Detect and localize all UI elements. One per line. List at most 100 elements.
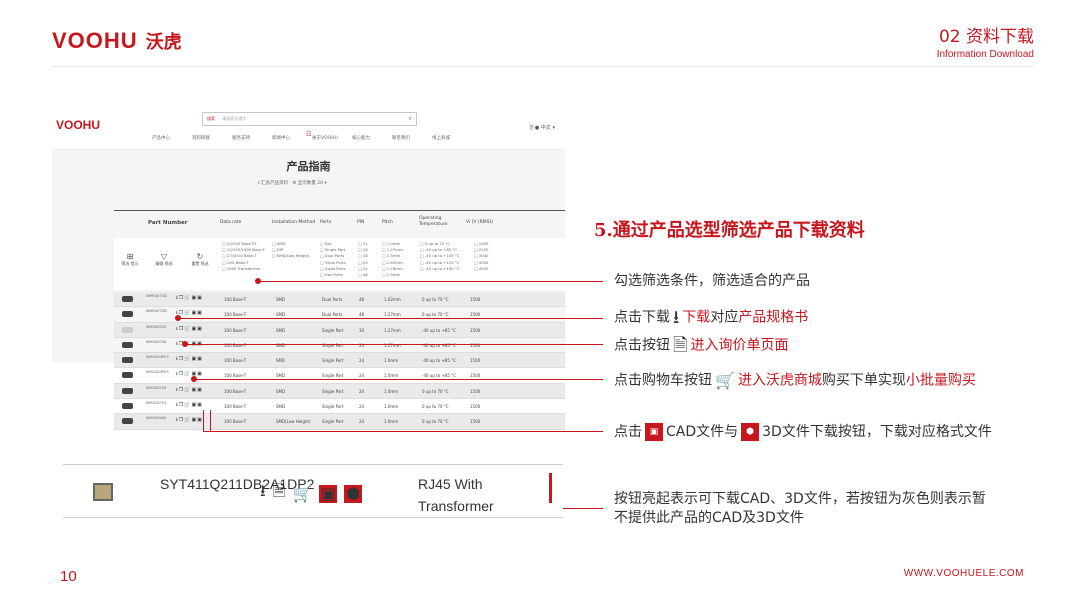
col-ports: Ports (320, 220, 332, 225)
row-action-icons[interactable]: ⭳❒🛒▣▣ (176, 402, 203, 410)
product-thumbnail (122, 311, 133, 318)
document-icon[interactable]: 🗎 (273, 480, 286, 507)
row-action-icons: ⭳ 🗎 🛒 ▣ ⬢ (260, 480, 363, 507)
product-thumbnail (122, 403, 133, 410)
col-pitch: Pitch (382, 220, 393, 225)
connector-line (178, 318, 603, 319)
section-title: 02 资料下载 (938, 27, 1034, 47)
display-count-select[interactable]: 显示数量 20 (298, 181, 323, 186)
connector-line (203, 410, 204, 432)
scrollbar[interactable] (549, 473, 552, 503)
cad-file-icon[interactable]: ▣ (319, 484, 338, 503)
filter-ports[interactable]: □ N/A □ Single Port □ Dual Ports □ Triple P… (320, 241, 346, 278)
download-controls: ⭳ 汇总产品资料 ⚙ 显示数量 20 ▾ (258, 181, 327, 186)
download-icon[interactable]: ⭳ (258, 181, 260, 186)
logo-text-en: VOOHU (52, 28, 138, 53)
table-top-rule (114, 210, 565, 211)
note-inquiry: 点击按钮 🗎 进入询价单页面 (614, 335, 789, 356)
lang-label: 中文 (540, 125, 551, 131)
nav-item[interactable]: 新闻中心 (272, 135, 312, 141)
section-header: 02 资料下载 Information Download (937, 22, 1034, 60)
row-action-icons[interactable]: ⭳❒🛒▣▣ (176, 387, 203, 395)
table-row[interactable]: WHB4070D ⭳❒🛒▣▣ 100 Base-T SMD Dual Ports 48 1.… (114, 307, 565, 323)
nav-item[interactable]: 产品中心 (152, 135, 192, 141)
step-title: 5.通过产品选型筛选产品下载资料 (594, 220, 865, 241)
note-availability: 按钮亮起表示可下载CAD、3D文件，若按钮为灰色则表示暂不提供此产品的CAD及3… (614, 491, 986, 526)
filter-tip-button[interactable]: ⊞ 筛选 提示 (120, 252, 140, 267)
filter-pin[interactable]: □ 12 □ 16 □ 18 □ 20 □ 24 □ 48 (358, 241, 368, 278)
brand-logo: VOOHU 沃虎 (52, 28, 182, 54)
table-row[interactable]: WHS4D4P03 ⭳❒🛒▣▣ 100 Base-T SMD Single Port 24… (114, 353, 565, 369)
logo-text-cn: 沃虎 (145, 32, 182, 53)
product-thumbnail (122, 418, 133, 425)
row-action-icons[interactable]: ⭳❒🛒▣▣ (176, 417, 203, 425)
search-icon[interactable]: ⌕ (409, 115, 412, 123)
nav-item[interactable]: 联系我们 (392, 135, 432, 141)
filter-vi[interactable]: □ 1500 □ 2250 □ 3000 □ 4000 □ 4500 (474, 241, 488, 272)
search-placeholder: 请搜索关键字 (222, 116, 247, 121)
nav-item[interactable]: 服务支持 (232, 135, 272, 141)
footer-url: WWW.VOOHUELE.COM (903, 568, 1024, 579)
note-download: 点击下载 ⭳ 下载对应产品规格书 (614, 307, 809, 328)
cart-icon: 🛒 (715, 371, 735, 390)
connector-line (194, 379, 603, 380)
nav-item[interactable]: 线上商城 (432, 135, 472, 141)
section-subtitle: Information Download (936, 49, 1034, 60)
search-tag[interactable]: 搜索 (207, 116, 215, 121)
connector-line (203, 431, 603, 432)
col-install: Installation Method (272, 220, 316, 225)
product-thumbnail (122, 326, 133, 333)
connector-line (210, 410, 211, 432)
page-heading: 产品指南 (286, 160, 331, 173)
col-temp: Operating Temperature (419, 216, 448, 227)
nav-item[interactable]: 资料链接 (192, 135, 232, 141)
zoomed-product-row: SYT411Q211DB2A1DP2 ⭳ 🗎 🛒 ▣ ⬢ RJ45 With T… (63, 464, 563, 518)
note-cad: 点击 ▣ CAD文件与 ⬢ 3D文件下载按钮，下载对应格式文件 (614, 423, 992, 441)
document-icon: 🗎 (673, 335, 688, 356)
product-description: RJ45 With Transformer (418, 476, 494, 514)
cad-file-icon: ▣ (645, 423, 663, 441)
row-action-icons[interactable]: ⭳❒🛒▣▣ (176, 326, 203, 334)
filter-panel: ⊞ 筛选 提示 ▽ 精确 筛选 ↻ 重置 筛选 □ 10/100 Base-TX □ 1… (114, 238, 565, 290)
filter-reset-button[interactable]: ↻ 重置 筛选 (190, 252, 210, 267)
row-action-icons[interactable]: ⭳❒🛒▣▣ (176, 295, 203, 303)
table-row[interactable]: WHB4070D ⭳❒🛒▣▣ 100 Base-T SMD Dual Ports 48 1.… (114, 292, 565, 308)
filter-install[interactable]: □ SMD □ DIP □ SMD(Low Height) (272, 241, 310, 260)
col-pin: PIN (357, 220, 365, 225)
product-thumbnail (93, 483, 113, 501)
filter-exact-button[interactable]: ▽ 精确 筛选 (154, 252, 174, 267)
3d-file-icon[interactable]: ⬢ (344, 484, 363, 503)
table-row[interactable]: WHS6D100 ⭳❒🛒▣▣ 100 Base-T SMD Single Port 30 1… (114, 322, 565, 338)
site-search-input[interactable]: 搜索 请搜索关键字 ⌕ (202, 112, 417, 126)
table-row[interactable]: WHS4D400 ⭳❒🛒▣▣ 100 Base-T SMD(Low Height) Si… (114, 414, 565, 430)
col-data-rate: Data rate (220, 220, 242, 225)
product-part-number[interactable]: SYT411Q211DB2A1DP2 (160, 473, 314, 495)
filter-temp[interactable]: □ 0 up to 70 °C □ -40 up to +85 °C □ -40 u… (420, 241, 459, 272)
nav-item[interactable]: 关于VOOHU (312, 135, 352, 141)
table-row[interactable]: WHS4D4P03 ⭳❒🛒▣▣ 100 Base-T SMD Single Port 24… (114, 368, 565, 384)
cart-icon[interactable]: 🛒 (292, 484, 312, 503)
filter-pitch[interactable]: □ 1.0mm □ 1.27mm □ 1.5mm □ 1.65mm □ 1.78mm □ … (382, 241, 403, 278)
product-thumbnail (122, 387, 133, 394)
product-thumbnail (122, 357, 133, 364)
row-action-icons[interactable]: ⭳❒🛒▣▣ (176, 356, 203, 364)
download-all-label[interactable]: 汇总产品资料 (261, 181, 288, 186)
filter-data-rate[interactable]: □ 10/100 Base-TX □ 10/100/1000 Base-T □ 2.… (222, 241, 265, 272)
3d-file-icon: ⬢ (741, 423, 760, 441)
table-row[interactable]: WHS4D701 ⭳❒🛒▣▣ 100 Base-T SMD Single Port 24 1… (114, 399, 565, 415)
product-thumbnail (122, 341, 133, 348)
language-switch[interactable]: 🗎 ● 中文 ▾ (529, 124, 555, 133)
nav-item[interactable]: 核心能力 (352, 135, 392, 141)
col-vi: Vi (V (RMS)) (466, 220, 494, 225)
download-icon[interactable]: ⭳ (260, 480, 266, 507)
col-part-number: Part Number (148, 220, 188, 226)
table-row[interactable]: WHS4D703 ⭳❒🛒▣▣ 100 Base-T SMD Single Port 24 1… (114, 383, 565, 400)
product-thumbnail (122, 372, 133, 379)
header-divider (52, 66, 1034, 67)
product-table: WHB4070D ⭳❒🛒▣▣ 100 Base-T SMD Dual Ports 48 1.… (114, 292, 565, 430)
site-logo[interactable]: VOOHU (56, 118, 100, 132)
product-thumbnail (122, 296, 133, 302)
page-number: 10 (60, 568, 77, 585)
site-nav: 产品中心 资料链接 服务支持 新闻中心 关于VOOHU 核心能力 联系我们 线上… (152, 135, 472, 141)
site-topbar: VOOHU 搜索 请搜索关键字 ⌕ ☷ 产品中心 资料链接 服务支持 新闻中心 … (52, 104, 565, 150)
